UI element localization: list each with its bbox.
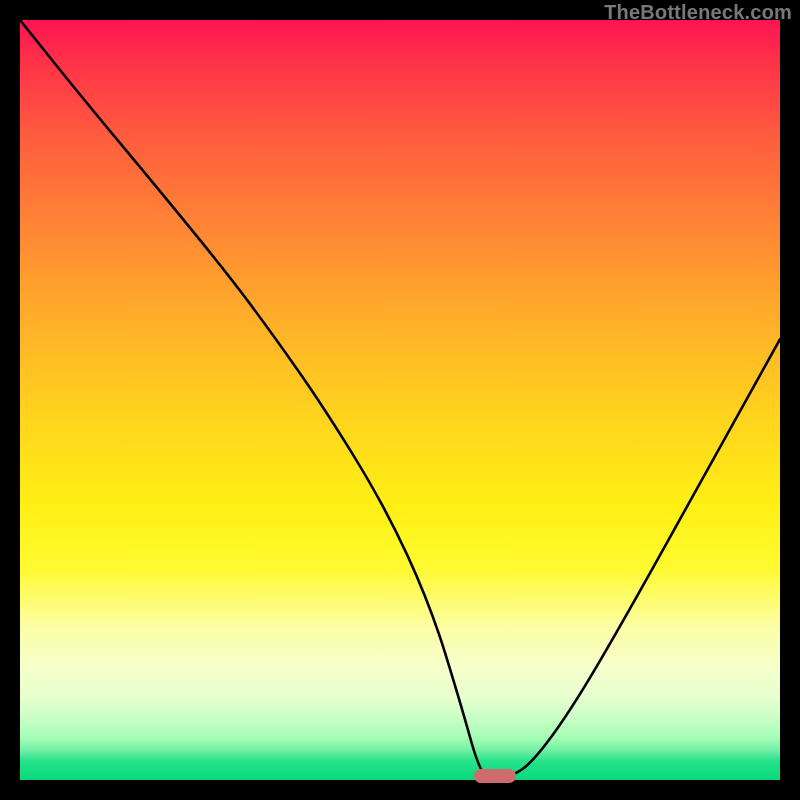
minimum-marker xyxy=(474,769,516,783)
chart-container: TheBottleneck.com xyxy=(0,0,800,800)
chart-curve xyxy=(20,20,780,780)
watermark-text: TheBottleneck.com xyxy=(604,2,792,25)
